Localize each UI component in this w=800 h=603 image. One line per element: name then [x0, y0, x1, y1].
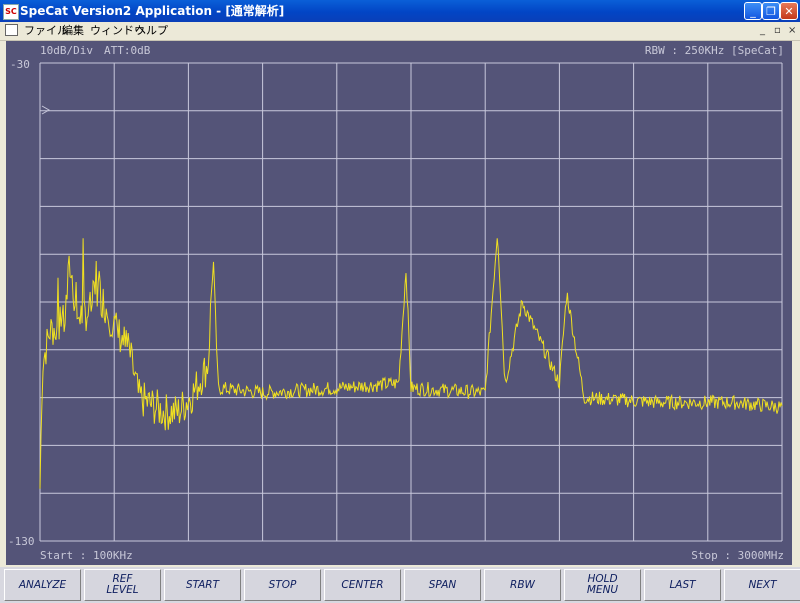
hold-menu-button[interactable]: HOLD MENU: [564, 569, 641, 601]
rbw-button-label: RBW: [510, 578, 535, 591]
mdi-close-icon[interactable]: ×: [788, 24, 796, 38]
close-icon[interactable]: ✕: [780, 2, 798, 20]
start-freq-label: Start : 100KHz: [40, 549, 133, 562]
ref-bottom-label: -130: [8, 535, 35, 548]
next-button[interactable]: NEXT: [724, 569, 800, 601]
mdi-minimize-icon[interactable]: _: [760, 24, 765, 38]
ref-level-button-label: LEVEL: [106, 584, 139, 596]
mdi-restore-icon[interactable]: ▫: [774, 24, 781, 38]
window-title: SpeCat Version2 Application - [通常解析]: [20, 4, 285, 18]
rbw-button[interactable]: RBW: [484, 569, 561, 601]
last-button-label: LAST: [669, 578, 696, 591]
restore-icon[interactable]: ❐: [762, 2, 780, 20]
title-bar: SC SpeCat Version2 Application - [通常解析] …: [0, 0, 800, 22]
minimize-icon[interactable]: _: [744, 2, 762, 20]
attenuation-label: ATT:0dB: [104, 44, 151, 57]
document-icon[interactable]: [5, 24, 18, 36]
stop-button-label: STOP: [268, 578, 297, 591]
menu-help[interactable]: ヘルプ: [135, 24, 168, 38]
hold-menu-button-label: MENU: [586, 584, 619, 596]
rbw-label: RBW : 250KHz [SpeCat]: [644, 44, 784, 57]
ref-level-button[interactable]: REF LEVEL: [84, 569, 161, 601]
menu-edit[interactable]: 編集: [62, 24, 84, 38]
last-button[interactable]: LAST: [644, 569, 721, 601]
stop-button[interactable]: STOP: [244, 569, 321, 601]
ref-level-marker-icon: [41, 105, 51, 115]
stop-freq-label: Stop : 3000MHz: [691, 549, 784, 562]
spectrum-panel[interactable]: 10dB/Div ATT:0dB RBW : 250KHz [SpeCat] -…: [6, 41, 792, 565]
spectrum-plot[interactable]: [6, 41, 792, 565]
span-button-label: SPAN: [428, 578, 457, 591]
next-button-label: NEXT: [748, 578, 777, 591]
center-button[interactable]: CENTER: [324, 569, 401, 601]
function-button-bar: ANALYZE REF LEVEL START STOP CENTER SPAN RBW HOL…: [0, 567, 800, 603]
menu-bar: ファイル 編集 ウィンドウ ヘルプ _ ▫ ×: [0, 22, 800, 41]
app-icon[interactable]: SC: [3, 4, 19, 20]
center-button-label: CENTER: [341, 578, 384, 591]
analyze-button-label: ANALYZE: [18, 578, 67, 591]
analyze-button[interactable]: ANALYZE: [4, 569, 81, 601]
ref-top-label: -30: [10, 58, 30, 71]
scale-div-label: 10dB/Div: [40, 44, 93, 57]
span-button[interactable]: SPAN: [404, 569, 481, 601]
start-button-label: START: [185, 578, 219, 591]
start-button[interactable]: START: [164, 569, 241, 601]
